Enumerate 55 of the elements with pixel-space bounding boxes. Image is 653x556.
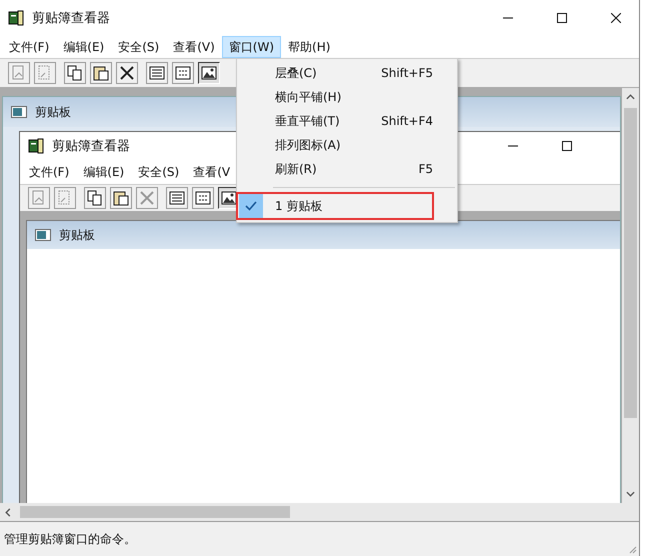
toolbar-button[interactable] xyxy=(172,62,194,84)
child-window-title: 剪贴板 xyxy=(59,226,95,244)
status-text: 管理剪贴簿窗口的命令。 xyxy=(4,530,136,548)
scroll-down-icon[interactable] xyxy=(626,491,635,497)
image-icon xyxy=(200,64,218,82)
maximize-icon[interactable] xyxy=(557,13,567,23)
menu-option[interactable]: 排列图标(A) xyxy=(237,133,457,157)
copy-icon xyxy=(66,64,84,82)
paste-icon xyxy=(112,189,130,207)
horizontal-scrollbar[interactable] xyxy=(0,503,639,521)
paste-icon xyxy=(92,64,110,82)
scroll-up-icon[interactable] xyxy=(626,94,635,100)
menu-item[interactable]: 编辑(E) xyxy=(56,36,112,58)
toolbar-button[interactable] xyxy=(192,187,214,209)
check-icon xyxy=(245,201,257,211)
toolbar-button[interactable] xyxy=(110,187,132,209)
vertical-scrollbar[interactable] xyxy=(622,88,639,503)
grid-icon xyxy=(174,64,192,82)
copy-icon xyxy=(86,189,104,207)
menu-option[interactable]: 横向平铺(H) xyxy=(237,85,457,109)
menu-item[interactable]: 查看(V xyxy=(186,160,238,184)
app-icon xyxy=(8,10,24,26)
toolbar-button[interactable] xyxy=(166,187,188,209)
menu-item[interactable]: 安全(S) xyxy=(131,160,186,184)
toolbar-button[interactable] xyxy=(90,62,112,84)
maximize-icon[interactable] xyxy=(562,141,572,151)
child-window-title: 剪贴板 xyxy=(35,104,71,120)
menu-item[interactable]: 编辑(E) xyxy=(76,160,132,184)
app-icon xyxy=(28,138,44,154)
toolbar-button[interactable] xyxy=(64,62,86,84)
toolbar-button[interactable] xyxy=(198,62,220,84)
grid-icon xyxy=(194,189,212,207)
toolbar-button[interactable] xyxy=(116,62,138,84)
menu-item[interactable]: 查看(V) xyxy=(166,36,222,58)
menu-item[interactable]: 窗口(W) xyxy=(222,36,282,58)
delete-icon xyxy=(118,64,136,82)
image-icon xyxy=(220,189,238,207)
window-title: 剪贴簿查看器 xyxy=(32,10,110,27)
scroll-left-icon[interactable] xyxy=(5,508,11,516)
menu-item[interactable]: 安全(S) xyxy=(111,36,166,58)
window-icon xyxy=(35,229,51,241)
toolbar-button[interactable] xyxy=(146,62,168,84)
menu-option[interactable]: 垂直平铺(T) Shift+F4 xyxy=(237,109,457,133)
menu-item[interactable]: 文件(F) xyxy=(22,160,76,184)
close-icon[interactable] xyxy=(611,13,621,23)
menu-option[interactable]: 刷新(R) F5 xyxy=(237,157,457,181)
menu-item[interactable]: 文件(F) xyxy=(2,36,56,58)
window-icon xyxy=(11,106,27,118)
toolbar-button[interactable] xyxy=(84,187,106,209)
list-icon xyxy=(168,189,186,207)
list-icon xyxy=(148,64,166,82)
delete-icon xyxy=(138,189,156,207)
menu-item[interactable]: 帮助(H) xyxy=(281,36,338,58)
menu-option[interactable]: 1 剪贴板 xyxy=(237,194,457,218)
window-title: 剪贴簿查看器 xyxy=(52,138,130,155)
